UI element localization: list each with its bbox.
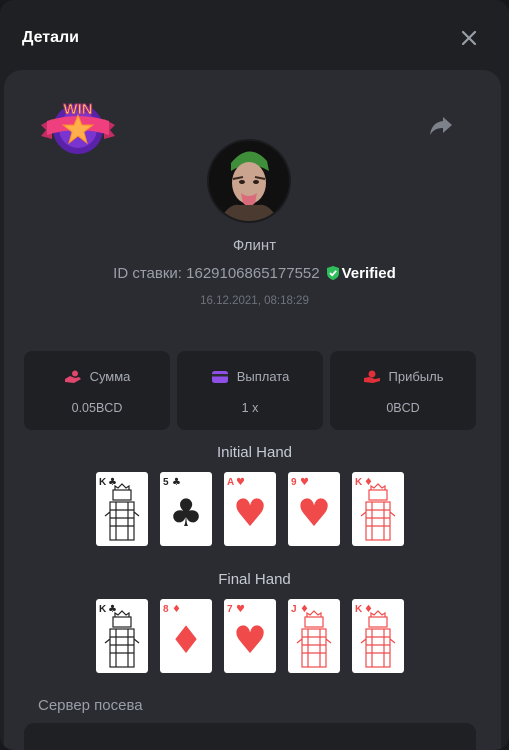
profit-hand-icon	[363, 370, 380, 383]
seed-server-box	[24, 723, 476, 750]
card-suit-large: ♥	[233, 618, 267, 662]
initial-card-3: A ♥ ♥	[224, 472, 276, 546]
win-badge-icon: WIN	[38, 95, 118, 157]
stat-payout-value: 1 x	[241, 401, 259, 415]
final-hand-title: Final Hand	[218, 571, 291, 588]
face-figure	[104, 610, 140, 668]
initial-card-2: 5 ♣ ♣	[160, 472, 212, 546]
share-icon[interactable]	[428, 115, 454, 137]
verified-label: Verified	[341, 265, 396, 282]
seed-server-title: Сервер посева	[38, 697, 143, 714]
card-rank: K	[99, 604, 107, 615]
card-rank: 7	[227, 604, 233, 615]
card-rank: K	[355, 604, 363, 615]
card-rank: K	[355, 477, 363, 488]
final-card-5: K ♦	[352, 599, 404, 673]
face-figure	[360, 610, 396, 668]
final-card-1: K ♣	[96, 599, 148, 673]
final-card-3: 7 ♥ ♥	[224, 599, 276, 673]
stat-payout-label: Выплата	[236, 369, 290, 384]
initial-card-5: K ♦	[352, 472, 404, 546]
player-name: Флинт	[232, 237, 277, 254]
dialog-header: Детали	[0, 0, 509, 72]
card-rank: 5	[163, 477, 169, 488]
card-suit-small: ♥	[300, 477, 309, 488]
stat-payout: Выплата 1 x	[177, 351, 323, 430]
stat-amount: Сумма 0.05BCD	[24, 351, 170, 430]
card-suit-large: ♥	[233, 491, 267, 535]
card-suit-large: ♣	[169, 491, 203, 535]
face-figure	[296, 610, 332, 668]
close-icon[interactable]	[458, 27, 480, 49]
card-rank: K	[99, 477, 107, 488]
card-suit-small: ♣	[172, 477, 181, 488]
card-suit-small: ♥	[236, 604, 245, 615]
bet-id: ID ставки: 1629106865177552	[113, 265, 320, 282]
card-rank: A	[227, 477, 234, 488]
card-suit-small: ♥	[236, 477, 245, 488]
card-suit-large: ♦	[169, 618, 203, 662]
player-avatar[interactable]	[209, 141, 289, 221]
wallet-icon	[211, 371, 228, 383]
coins-hand-icon	[64, 370, 81, 383]
stat-profit-value: 0BCD	[386, 401, 420, 415]
card-suit-small: ♦	[172, 604, 181, 615]
final-card-4: J ♦	[288, 599, 340, 673]
bet-id-row: ID ставки: 1629106865177552 Verified	[0, 265, 509, 285]
initial-card-4: 9 ♥ ♥	[288, 472, 340, 546]
face-figure	[104, 483, 140, 541]
bet-datetime: 16.12.2021, 08:18:29	[200, 295, 309, 307]
card-rank: 9	[291, 477, 297, 488]
dialog-title: Детали	[22, 29, 80, 46]
initial-hand-title: Initial Hand	[216, 444, 293, 461]
shield-check-icon	[326, 265, 340, 285]
svg-text:WIN: WIN	[63, 101, 92, 118]
face-figure	[360, 483, 396, 541]
stat-amount-value: 0.05BCD	[71, 401, 123, 415]
stat-amount-label: Сумма	[89, 369, 131, 384]
final-card-2: 8 ♦ ♦	[160, 599, 212, 673]
card-rank: J	[291, 604, 297, 615]
initial-card-1: K ♣	[96, 472, 148, 546]
card-suit-large: ♥	[297, 491, 331, 535]
card-rank: 8	[163, 604, 169, 615]
stat-profit-label: Прибыль	[388, 369, 444, 384]
bet-details-dialog: Детали WIN Флинт ID ставки: 162910686517…	[0, 0, 509, 750]
stat-profit: Прибыль 0BCD	[330, 351, 476, 430]
